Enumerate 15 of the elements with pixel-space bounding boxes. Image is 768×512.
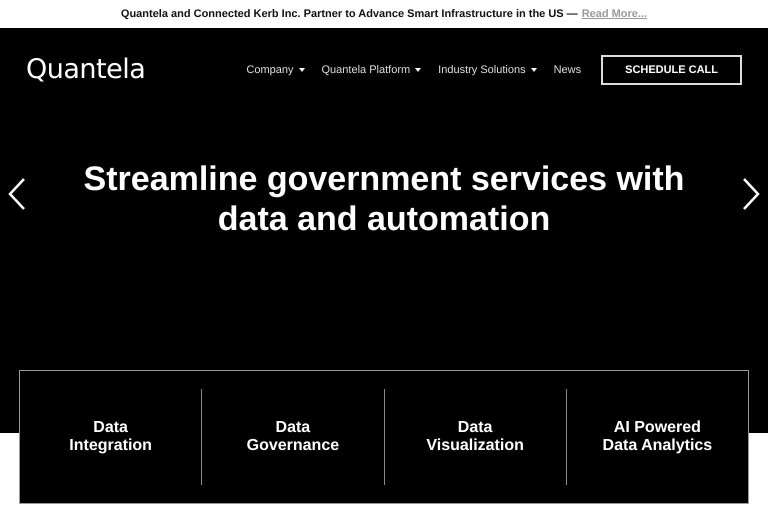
nav-link[interactable]: Quantela Platform [322,64,422,76]
caret-icon [530,68,537,72]
feature-title[interactable]: Data Integration [69,419,152,455]
caret-icon [298,68,304,72]
feature-title[interactable]: AI Powered Data Analytics [602,419,712,455]
hero-headline: Streamline government services with data and automation [82,159,686,239]
logo[interactable]: Quantela [26,54,146,85]
nav-link[interactable]: News [554,64,582,76]
caret-icon [415,68,422,72]
feature-title[interactable]: Data Governance [246,419,340,455]
nav-link[interactable]: Industry Solutions [438,64,537,76]
feature-title[interactable]: Data Visualization [426,419,524,455]
schedule-call-button[interactable]: SCHEDULE CALL [601,54,742,84]
announcement-text: Quantela and Connected Kerb Inc. Partner to Advance Smart Infrastructure in the US — [120,8,578,20]
nav-link[interactable]: Company [246,64,304,76]
